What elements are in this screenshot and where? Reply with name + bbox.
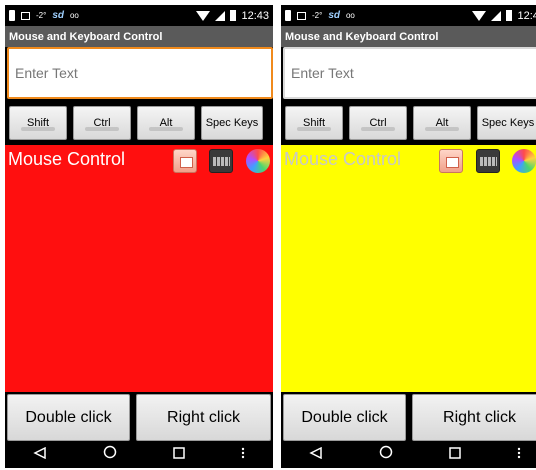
keyboard-icon[interactable] bbox=[209, 149, 233, 173]
sd-card-icon: sd bbox=[328, 10, 340, 21]
notes-icon[interactable] bbox=[439, 149, 463, 173]
alt-button[interactable]: Alt bbox=[413, 106, 471, 140]
double-click-button[interactable]: Double click bbox=[7, 394, 130, 441]
voicemail-icon: oo bbox=[345, 11, 355, 20]
right-click-label: Right click bbox=[443, 408, 516, 426]
voicemail-icon: oo bbox=[69, 11, 79, 20]
navigation-bar bbox=[5, 441, 273, 468]
recent-apps-icon[interactable] bbox=[449, 446, 461, 464]
ctrl-label: Ctrl bbox=[93, 117, 111, 129]
right-click-button[interactable]: Right click bbox=[412, 394, 536, 441]
spec-keys-label: Spec Keys bbox=[205, 117, 259, 129]
ctrl-label: Ctrl bbox=[369, 117, 387, 129]
right-click-label: Right click bbox=[167, 408, 240, 426]
navigation-bar bbox=[281, 441, 536, 468]
status-bar: -2° sd oo 12:43 bbox=[281, 5, 536, 26]
modifier-key-row: Shift Ctrl Alt Spec Keys bbox=[5, 103, 273, 143]
temperature-text: -2° bbox=[36, 11, 47, 20]
back-icon[interactable] bbox=[309, 446, 323, 464]
spec-keys-label: Spec Keys bbox=[481, 117, 535, 129]
mouse-control-label: Mouse Control bbox=[284, 149, 402, 169]
shift-label: Shift bbox=[302, 117, 325, 129]
image-icon bbox=[21, 11, 30, 20]
alt-button[interactable]: Alt bbox=[137, 106, 195, 140]
home-icon[interactable] bbox=[379, 445, 393, 464]
more-icon[interactable] bbox=[517, 446, 521, 464]
right-click-button[interactable]: Right click bbox=[136, 394, 271, 441]
notification-battery-icon bbox=[285, 10, 291, 21]
app-title: Mouse and Keyboard Control bbox=[9, 30, 163, 43]
signal-icon bbox=[215, 10, 226, 21]
alt-label: Alt bbox=[159, 117, 173, 129]
home-icon[interactable] bbox=[103, 445, 117, 464]
app-title-bar: Mouse and Keyboard Control bbox=[5, 26, 273, 47]
recent-apps-icon[interactable] bbox=[173, 446, 185, 464]
app-title-bar: Mouse and Keyboard Control bbox=[281, 26, 536, 47]
keyboard-icon[interactable] bbox=[476, 149, 500, 173]
mouse-control-area[interactable]: Mouse Control bbox=[281, 145, 536, 392]
clock: 12:43 bbox=[517, 9, 536, 22]
text-input[interactable] bbox=[283, 47, 536, 99]
spec-keys-button[interactable]: Spec Keys bbox=[201, 106, 263, 140]
double-click-button[interactable]: Double click bbox=[283, 394, 406, 441]
palette-icon[interactable] bbox=[512, 149, 536, 173]
ctrl-button[interactable]: Ctrl bbox=[73, 106, 131, 140]
battery-icon bbox=[230, 10, 237, 21]
clock: 12:43 bbox=[241, 9, 269, 22]
notification-battery-icon bbox=[9, 10, 15, 21]
click-button-row: Double click Right click bbox=[5, 394, 273, 441]
shift-button[interactable]: Shift bbox=[9, 106, 67, 140]
mouse-control-label: Mouse Control bbox=[8, 149, 126, 169]
ctrl-button[interactable]: Ctrl bbox=[349, 106, 407, 140]
shift-button[interactable]: Shift bbox=[285, 106, 343, 140]
click-button-row: Double click Right click bbox=[281, 394, 536, 441]
mouse-control-area[interactable]: Mouse Control bbox=[5, 145, 273, 392]
phone-screen-red: -2° sd oo 12:43 Mouse and Keyboard Contr… bbox=[5, 5, 273, 468]
back-icon[interactable] bbox=[33, 446, 47, 464]
app-title: Mouse and Keyboard Control bbox=[285, 30, 439, 43]
alt-label: Alt bbox=[435, 117, 449, 129]
phone-screen-yellow: -2° sd oo 12:43 Mouse and Keyboard Contr… bbox=[281, 5, 536, 468]
temperature-text: -2° bbox=[312, 11, 323, 20]
palette-icon[interactable] bbox=[246, 149, 270, 173]
double-click-label: Double click bbox=[25, 408, 112, 426]
status-bar: -2° sd oo 12:43 bbox=[5, 5, 273, 26]
modifier-key-row: Shift Ctrl Alt Spec Keys bbox=[281, 103, 536, 143]
more-icon[interactable] bbox=[241, 446, 245, 464]
image-icon bbox=[297, 11, 306, 20]
sd-card-icon: sd bbox=[52, 10, 64, 21]
battery-icon bbox=[506, 10, 513, 21]
shift-label: Shift bbox=[26, 117, 49, 129]
double-click-label: Double click bbox=[301, 408, 388, 426]
signal-icon bbox=[491, 10, 502, 21]
wifi-icon bbox=[472, 10, 487, 21]
wifi-icon bbox=[196, 10, 211, 21]
text-input[interactable] bbox=[7, 47, 273, 99]
notes-icon[interactable] bbox=[173, 149, 197, 173]
spec-keys-button[interactable]: Spec Keys bbox=[477, 106, 536, 140]
